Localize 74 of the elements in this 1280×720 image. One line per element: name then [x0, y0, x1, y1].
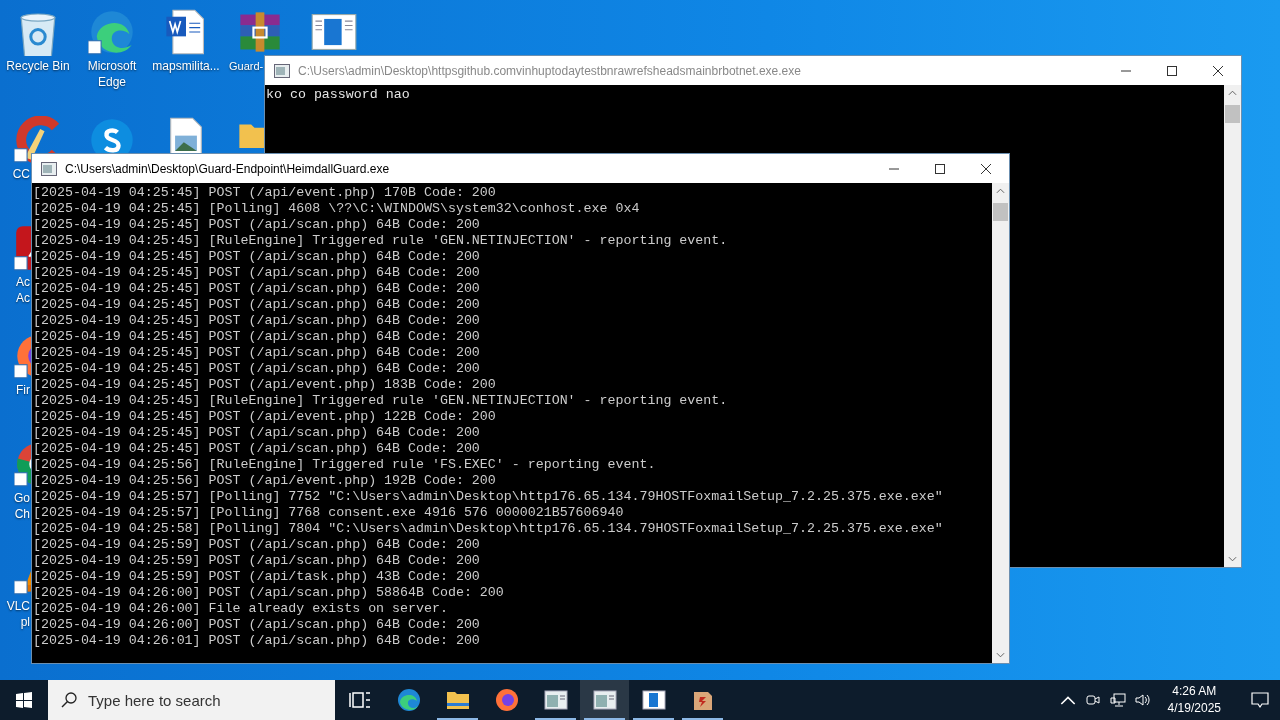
scroll-up-icon[interactable] [996, 188, 1005, 194]
scrollbar[interactable] [1224, 85, 1241, 567]
desktop-icon-label[interactable]: Recycle Bin [6, 58, 70, 74]
console-line: [2025-04-19 04:25:45] POST (/api/event.php) 122B Code: 200 [33, 409, 497, 425]
console-line: [2025-04-19 04:26:01] POST (/api/scan.php) 64B Code: 200 [33, 633, 481, 649]
console-line: [2025-04-19 04:25:56] POST (/api/event.php) 192B Code: 200 [33, 473, 497, 489]
console-line: [2025-04-19 04:25:59] POST (/api/scan.php) 64B Code: 200 [33, 553, 481, 569]
network-icon[interactable] [1109, 692, 1126, 708]
scrollbar-thumb[interactable] [1225, 105, 1240, 123]
desktop-icon-label[interactable]: CC [1, 166, 30, 182]
desktop-icon-label[interactable]: Fir [1, 382, 30, 398]
console-line: [2025-04-19 04:26:00] POST (/api/scan.php) 64B Code: 200 [33, 617, 481, 633]
console-line: [2025-04-19 04:25:45] POST (/api/scan.php) 64B Code: 200 [33, 329, 481, 345]
console-line: [2025-04-19 04:25:45] POST (/api/scan.php) 64B Code: 200 [33, 345, 481, 361]
scroll-down-icon[interactable] [1228, 556, 1237, 562]
console-line: [2025-04-19 04:25:57] [Polling] 7768 consent.exe 4916 576 0000021B57606940 [33, 505, 625, 521]
console-line: [2025-04-19 04:25:45] POST (/api/scan.php) 64B Code: 200 [33, 249, 481, 265]
search-icon [61, 692, 77, 708]
console-line: [2025-04-19 04:25:45] POST (/api/scan.php) 64B Code: 200 [33, 217, 481, 233]
desktop-icon-label[interactable]: Ac Ac [1, 274, 30, 306]
console-line: [2025-04-19 04:25:45] [RuleEngine] Triggered rule 'GEN.NETINJECTION' - reporting event. [33, 393, 729, 409]
console-icon [41, 161, 57, 176]
console-line: [2025-04-19 04:26:00] POST (/api/scan.php) 58864B Code: 200 [33, 585, 505, 601]
console-line: [2025-04-19 04:25:58] [Polling] 7804 "C:\Users\admin\Desktop\http176.65.134.79HOSTFoxmailSetup_7.2.25.375.exe.exe" [33, 521, 944, 537]
console-line: [2025-04-19 04:25:45] [RuleEngine] Triggered rule 'GEN.NETINJECTION' - reporting event. [33, 233, 729, 249]
clock-time[interactable]: 4:26 AM [1172, 683, 1217, 700]
scroll-down-icon[interactable] [996, 652, 1005, 658]
console-line: [2025-04-19 04:25:45] POST (/api/scan.php) 64B Code: 200 [33, 425, 481, 441]
console-line: [2025-04-19 04:25:56] [RuleEngine] Triggered rule 'FS.EXEC' - reporting event. [33, 457, 657, 473]
ccleaner-icon[interactable] [14, 116, 62, 164]
notifications-icon[interactable] [1250, 690, 1270, 710]
console-icon [592, 688, 617, 712]
desktop-icon-label[interactable]: Guard- [229, 58, 264, 74]
console-line: [2025-04-19 04:25:45] POST (/api/scan.php) 64B Code: 200 [33, 265, 481, 281]
console-line: [2025-04-19 04:26:00] File already exists on server. [33, 601, 449, 617]
console-line: [2025-04-19 04:25:45] POST (/api/scan.php) 64B Code: 200 [33, 361, 481, 377]
maximize-icon [1167, 65, 1177, 76]
console-line: ko co password nao [266, 87, 411, 103]
window-icon [641, 688, 666, 712]
clock-date[interactable]: 4/19/2025 [1167, 700, 1221, 717]
console-line: [2025-04-19 04:25:45] POST (/api/scan.php) 64B Code: 200 [33, 297, 481, 313]
window-title: C:\Users\admin\Desktop\httpsgithub.comvinhuptodaytestbnrawrefsheadsmainbrbotnet.exe.exe [298, 63, 802, 78]
camera-icon[interactable] [1084, 692, 1101, 708]
console-line: [2025-04-19 04:25:45] POST (/api/scan.php) 64B Code: 200 [33, 313, 481, 329]
window-title: C:\Users\admin\Desktop\Guard-Endpoint\HeimdallGuard.exe [65, 161, 391, 176]
close-icon [981, 163, 991, 174]
console-line: [2025-04-19 04:25:45] POST (/api/scan.php) 64B Code: 200 [33, 441, 481, 457]
firefox-icon [494, 688, 519, 712]
console-line: [2025-04-19 04:25:59] POST (/api/scan.php) 64B Code: 200 [33, 537, 481, 553]
console-line: [2025-04-19 04:25:57] [Polling] 7752 "C:\Users\admin\Desktop\http176.65.134.79HOSTFoxmailSetup_7.2.25.375.exe.exe" [33, 489, 944, 505]
console-line: [2025-04-19 04:25:45] POST (/api/event.php) 170B Code: 200 [33, 185, 497, 201]
maximize-icon [935, 163, 945, 174]
edge-icon [396, 688, 421, 712]
console-line: [2025-04-19 04:25:59] POST (/api/task.php) 43B Code: 200 [33, 569, 481, 585]
volume-icon[interactable] [1134, 692, 1151, 708]
acrobat-icon[interactable] [14, 224, 31, 272]
search-field[interactable]: Type here to search [48, 680, 335, 720]
console-line: [2025-04-19 04:25:45] POST (/api/event.php) 183B Code: 200 [33, 377, 497, 393]
skype-icon[interactable] [88, 116, 136, 153]
desktop-icon-label[interactable]: Go Ch [1, 490, 30, 522]
scroll-up-icon[interactable] [1228, 90, 1237, 96]
desktop-icon-label[interactable]: Microsoft Edge [76, 58, 148, 90]
desktop-icon-label[interactable]: mapsmilita... [152, 58, 220, 74]
scrollbar-thumb[interactable] [993, 203, 1008, 221]
windows-logo-icon [16, 692, 32, 708]
edge-icon[interactable] [88, 8, 136, 56]
close-icon [1213, 65, 1223, 76]
desktop-icon-label[interactable]: VLC pl [1, 598, 30, 630]
taskbar-app-button[interactable] [580, 680, 629, 720]
scrollbar[interactable] [992, 183, 1009, 663]
console-icon [543, 688, 568, 712]
console-icon [274, 63, 290, 78]
console-line: [2025-04-19 04:25:45] POST (/api/scan.php) 64B Code: 200 [33, 281, 481, 297]
console-line: [2025-04-19 04:25:45] [Polling] 4608 \??\C:\WINDOWS\system32\conhost.exe 0x4 [33, 201, 641, 217]
